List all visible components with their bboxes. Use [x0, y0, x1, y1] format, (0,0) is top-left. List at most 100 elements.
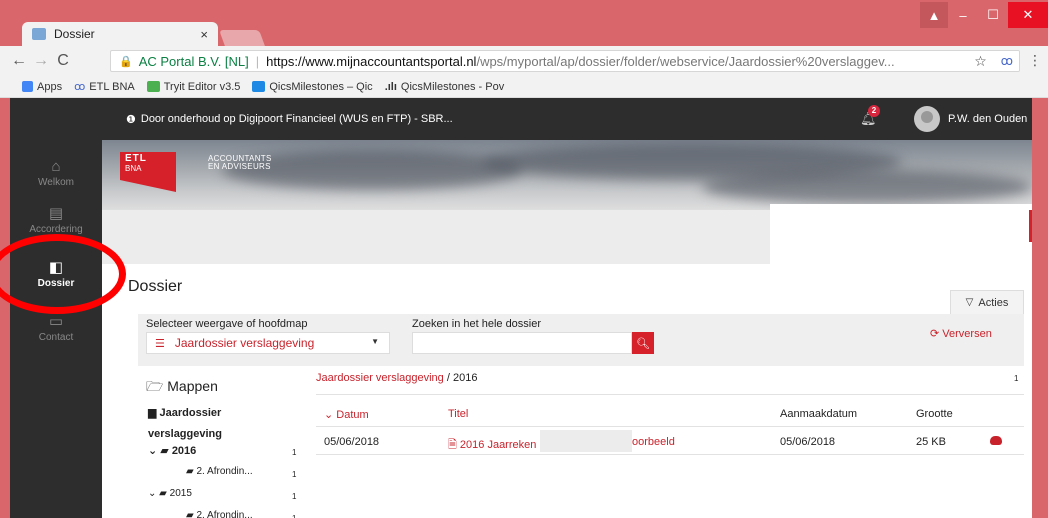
forward-arrow-icon[interactable]: →: [30, 52, 52, 70]
chat-icon: ▭: [48, 313, 64, 330]
url-host: https://www.mijnaccountantsportal.nl: [266, 53, 477, 69]
column-header-titel[interactable]: Titel: [448, 408, 468, 420]
column-header-datum[interactable]: ⌄ Datum: [324, 408, 369, 421]
caret-down-icon: ▼: [371, 337, 379, 346]
maximize-icon[interactable]: ☐: [978, 2, 1008, 28]
chevron-down-icon: ⌄: [148, 445, 158, 457]
page-title: Dossier: [128, 278, 183, 295]
tree-item-label: 2016: [171, 445, 197, 457]
apps-grid-icon: [22, 81, 33, 92]
bookmark-label: ETL BNA: [89, 80, 135, 93]
search-button[interactable]: 🔍︎: [632, 332, 654, 354]
window-controls: ▲ – ☐ ✕: [920, 2, 1048, 28]
bookmark-apps[interactable]: Apps: [22, 81, 62, 93]
minimize-icon[interactable]: –: [948, 2, 978, 28]
back-arrow-icon[interactable]: ←: [8, 52, 30, 70]
site-identity: AC Portal B.V. [NL]: [138, 53, 249, 69]
close-tab-icon[interactable]: ×: [200, 27, 208, 42]
sidebar-item-accordering[interactable]: ▤ Accordering: [10, 204, 102, 235]
logo-line-2: BNA: [125, 164, 142, 173]
bookmark-label: QicsMilestones - Pov: [400, 80, 505, 93]
notification-bar: ❶ Door onderhoud op Digipoort Financieel…: [102, 98, 1032, 140]
divider: [316, 394, 1024, 395]
cell-grootte: 25 KB: [916, 436, 946, 448]
tree-root-label-2[interactable]: verslaggeving: [148, 428, 222, 440]
tree-item-count: 1: [292, 470, 297, 479]
bookmark-label: Tryit Editor v3.5: [163, 80, 241, 93]
browser-tab[interactable]: Dossier ×: [22, 22, 218, 46]
new-tab-button[interactable]: [219, 30, 265, 46]
tab-title: Dossier: [54, 27, 95, 41]
bookmark-qics-1[interactable]: QicsMilestones – Qic: [252, 81, 373, 93]
folder-icon: ▰: [159, 488, 167, 499]
tree-item-2015[interactable]: ⌄ ▰ 2015: [148, 488, 192, 499]
search-input[interactable]: [412, 332, 632, 354]
profile-icon[interactable]: ▲: [920, 2, 948, 28]
view-select[interactable]: ☰ Jaardossier verslaggeving ▼: [146, 332, 390, 354]
address-bar[interactable]: 🔒 AC Portal B.V. [NL] | https://www.mijn…: [110, 50, 1020, 72]
column-header-aanmaakdatum[interactable]: Aanmaakdatum: [780, 408, 857, 420]
company-logo[interactable]: ETL BNA: [120, 152, 176, 192]
cell-titel-end[interactable]: oorbeeld: [632, 436, 675, 448]
tree-item-count: 1: [292, 492, 297, 501]
banner-red-edge: [1029, 210, 1032, 242]
inbox-icon: ▆: [148, 407, 157, 419]
divider: [316, 454, 1024, 455]
banner-white-panel: [770, 204, 1032, 264]
divider: [316, 426, 1024, 427]
sidebar-item-label: Welkom: [38, 177, 74, 188]
chat-bubble-icon: [252, 81, 266, 92]
url-text: https://www.mijnaccountantsportal.nl/wps…: [266, 54, 894, 69]
tree-item-afronding-2015[interactable]: ▰ 2. Afrondin...: [186, 510, 253, 518]
notifications-button[interactable]: 🔔︎ 2: [860, 105, 880, 127]
url-path: /wps/myportal/ap/dossier/folder/webservi…: [476, 53, 895, 69]
logo-tagline-2: EN ADVISEURS: [208, 162, 271, 171]
breadcrumb-current: / 2016: [446, 372, 478, 384]
checklist-icon: ▤: [48, 205, 64, 222]
bar-chart-icon: .ılı: [384, 80, 397, 93]
bookmark-tryit[interactable]: Tryit Editor v3.5: [146, 80, 241, 93]
column-header-label: Datum: [336, 409, 369, 421]
refresh-label: Verversen: [942, 328, 992, 340]
tree-root-label-1: Jaardossier: [159, 407, 222, 419]
sidebar-item-welkom[interactable]: ⌂ Welkom: [10, 158, 102, 188]
sort-desc-icon: ⌄: [324, 409, 334, 421]
folder-icon: ▰: [186, 510, 194, 518]
url-separator: |: [255, 53, 260, 69]
notification-text[interactable]: Door onderhoud op Digipoort Financieel (…: [141, 113, 453, 125]
reload-icon[interactable]: C: [52, 52, 74, 70]
bookmark-etl-bna[interactable]: ꝏ ETL BNA: [74, 80, 135, 94]
user-name[interactable]: P.W. den Ouden: [948, 113, 1027, 125]
folders-heading: 🗁 Mappen: [146, 376, 218, 400]
notification-badge: 2: [868, 105, 880, 117]
close-window-icon[interactable]: ✕: [1008, 2, 1048, 28]
folder-icon: ▰: [160, 445, 169, 457]
dossier-favicon-icon: [32, 28, 46, 40]
kebab-menu-icon[interactable]: ⋮: [1028, 52, 1042, 69]
sidebar-item-contact[interactable]: ▭ Contact: [10, 312, 102, 343]
folders-title: Mappen: [167, 378, 218, 394]
browser-toolbar: ← → C 🔒 AC Portal B.V. [NL] | https://ww…: [0, 46, 1048, 76]
w3-icon: [146, 81, 160, 92]
tree-item-count: 1: [292, 448, 297, 457]
tree-item-2016[interactable]: ⌄ ▰ 2016: [148, 444, 196, 457]
redaction: [540, 430, 632, 452]
bookmark-qics-2[interactable]: .ılı QicsMilestones - Pov: [385, 81, 505, 93]
breadcrumb-link[interactable]: Jaardossier verslaggeving: [316, 372, 444, 384]
extension-icon[interactable]: ꝏ: [1001, 54, 1013, 68]
tree-item-afronding-2016[interactable]: ▰ 2. Afrondin...: [186, 466, 253, 477]
acties-button[interactable]: ▽ Acties: [950, 290, 1024, 314]
star-icon[interactable]: ☆: [974, 53, 987, 70]
acties-label: Acties: [978, 296, 1009, 309]
main-content: ❶ Door onderhoud op Digipoort Financieel…: [102, 98, 1032, 518]
column-header-grootte[interactable]: Grootte: [916, 408, 953, 420]
link-icon: ꝏ: [74, 81, 86, 93]
view-select-label: Selecteer weergave of hoofdmap: [146, 318, 308, 330]
avatar[interactable]: [914, 106, 940, 132]
tree-root[interactable]: ▆ Jaardossier: [148, 406, 221, 419]
refresh-icon: ⟳: [930, 328, 940, 340]
refresh-button[interactable]: ⟳ Verversen: [930, 327, 992, 340]
download-cloud-icon[interactable]: [990, 436, 1002, 445]
logo-line-1: ETL: [125, 153, 147, 164]
file-link[interactable]: 🗎 2016 Jaarreken: [448, 436, 536, 455]
